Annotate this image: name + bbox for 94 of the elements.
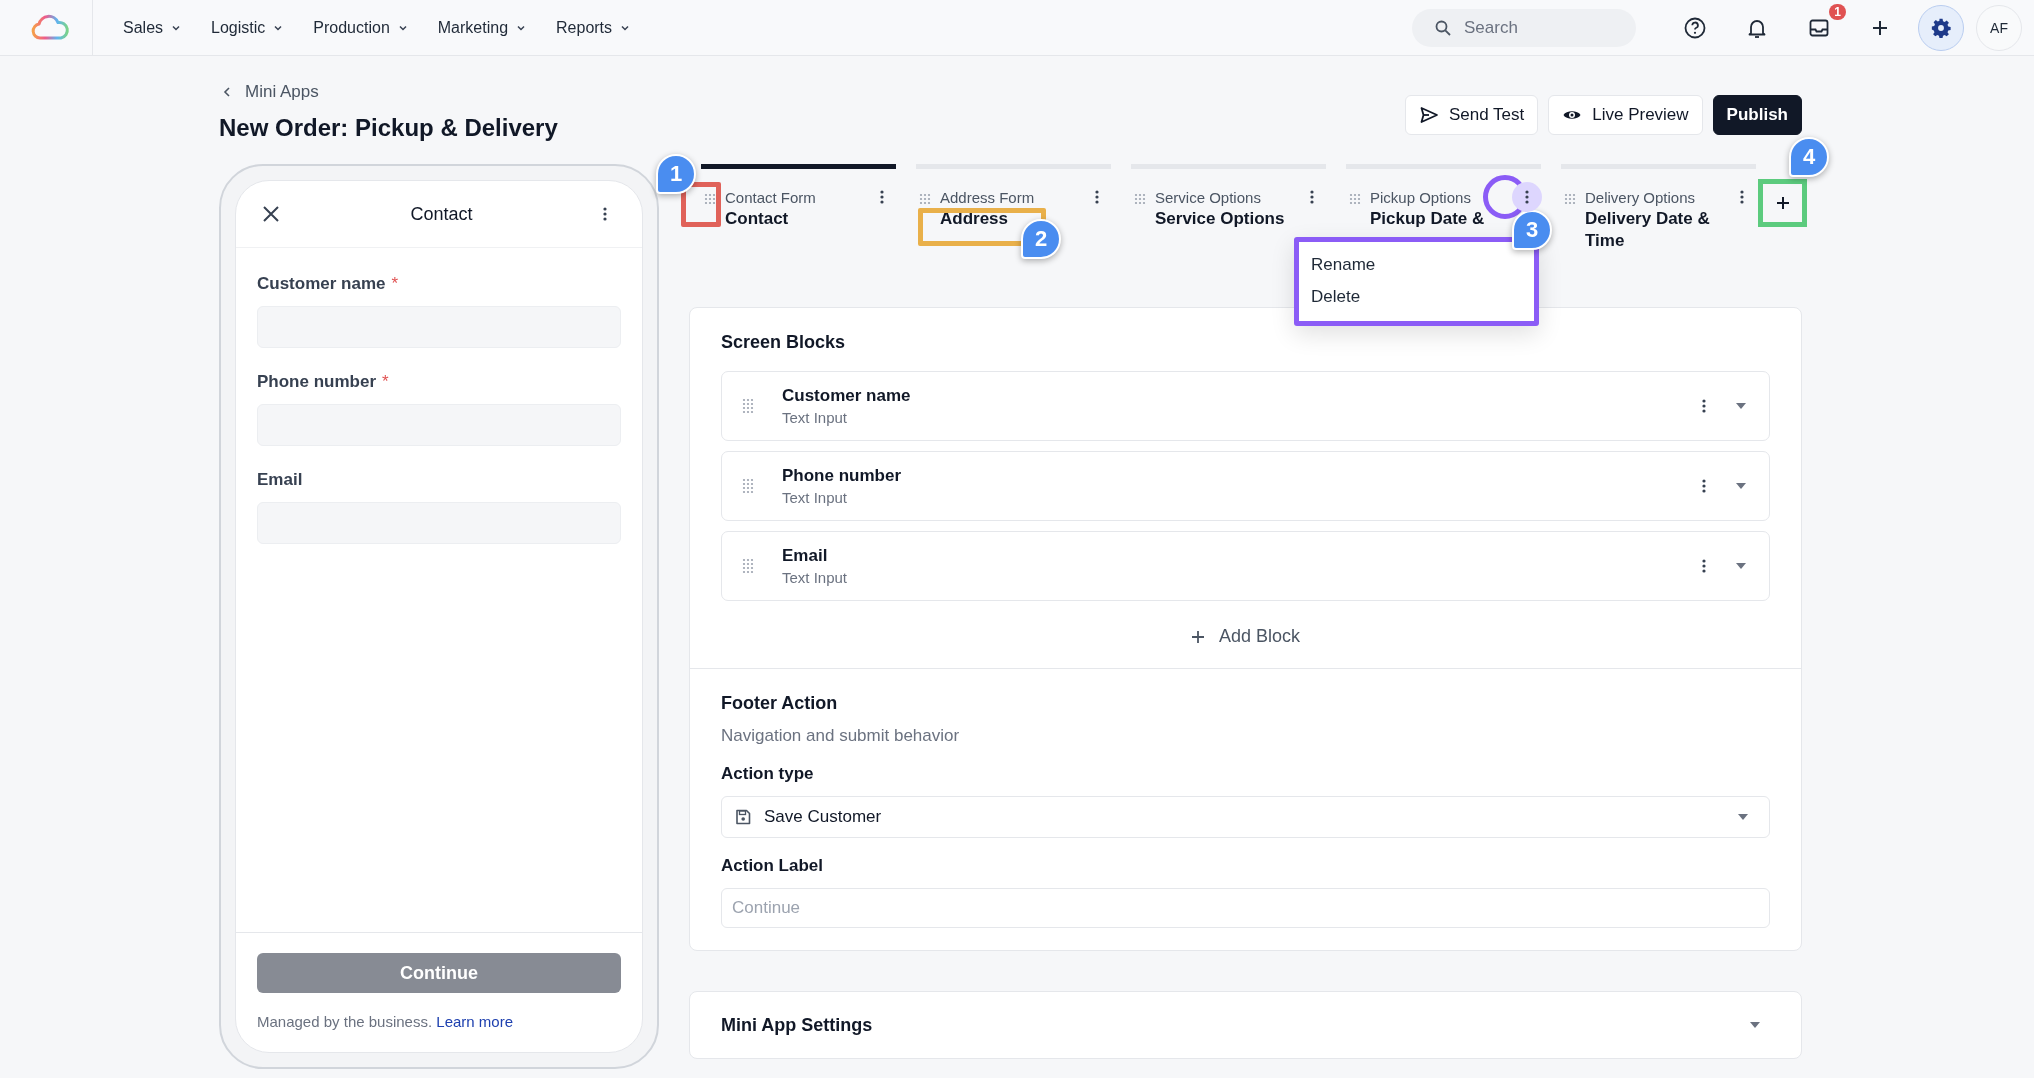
nav-menu-item[interactable]: Marketing — [437, 18, 527, 37]
step-title: Delivery Date & Time — [1585, 208, 1711, 253]
more-icon[interactable] — [1701, 558, 1707, 574]
callout-marker: 2 — [1021, 219, 1061, 259]
page-title: New Order: Pickup & Delivery — [219, 114, 558, 142]
drag-handle-icon[interactable] — [742, 398, 754, 414]
drag-handle-icon[interactable] — [1134, 193, 1146, 205]
drag-handle-icon[interactable] — [742, 478, 754, 494]
step-label: Address Form — [940, 189, 1036, 206]
block-row[interactable]: Email Text Input — [721, 531, 1770, 601]
section-title: Footer Action — [721, 693, 839, 714]
settings-icon — [1930, 16, 1952, 39]
action-type-select[interactable]: Save Customer — [721, 796, 1770, 838]
drag-handle-icon[interactable] — [919, 193, 931, 205]
block-type: Text Input — [782, 409, 849, 426]
action-label-field[interactable]: Continue — [721, 888, 1770, 928]
callout-marker: 3 — [1512, 210, 1552, 250]
learn-more-link[interactable]: Learn more — [436, 1013, 513, 1030]
help-icon[interactable] — [1683, 15, 1707, 40]
callout-marker: 4 — [1789, 137, 1829, 177]
publish-button[interactable]: Publish — [1712, 95, 1802, 135]
block-type: Text Input — [782, 569, 849, 586]
field-label: Action type — [721, 764, 815, 784]
section-title: Screen Blocks — [721, 332, 847, 353]
step-label: Delivery Options — [1585, 189, 1697, 206]
block-name: Customer name — [782, 386, 912, 406]
menu-item[interactable]: Rename — [1299, 250, 1534, 282]
step-title: Pickup Date & — [1370, 208, 1486, 230]
block-name: Phone number — [782, 466, 902, 486]
back-link[interactable]: Mini Apps — [221, 82, 319, 102]
plus-icon — [1190, 629, 1205, 644]
block-type: Text Input — [782, 489, 849, 506]
drag-handle-icon[interactable] — [1564, 193, 1576, 205]
screen-title: Contact — [410, 203, 473, 225]
block-name: Email — [782, 546, 829, 566]
more-icon — [1309, 189, 1315, 205]
field-label: Customer name — [257, 274, 386, 294]
caret-icon[interactable] — [1735, 562, 1747, 570]
required-mark: * — [391, 274, 399, 294]
drag-handle-icon[interactable] — [742, 558, 754, 574]
settings-panel[interactable]: Mini App Settings — [689, 991, 1802, 1059]
search-field[interactable]: Search — [1412, 8, 1636, 47]
more-icon[interactable] — [1701, 398, 1707, 414]
live-preview-button[interactable]: Live Preview — [1548, 95, 1703, 135]
required-mark: * — [382, 372, 389, 392]
more-icon[interactable] — [602, 206, 608, 222]
block-row[interactable]: Phone number Text Input — [721, 451, 1770, 521]
send-icon — [1418, 105, 1439, 125]
step-label: Service Options — [1155, 189, 1262, 206]
cloud-logo-icon[interactable] — [30, 13, 70, 42]
step-label: Pickup Options — [1370, 189, 1472, 206]
field-label: Email — [257, 470, 303, 490]
caret-icon[interactable] — [1749, 1021, 1761, 1029]
caret-icon[interactable] — [1735, 482, 1747, 490]
step-tab[interactable]: Delivery Options Delivery Date & Time — [1561, 164, 1756, 253]
menu-item[interactable]: Delete — [1299, 282, 1534, 314]
nav-menu-item[interactable]: Reports — [556, 18, 631, 37]
more-icon — [1524, 189, 1530, 205]
block-row[interactable]: Customer name Text Input — [721, 371, 1770, 441]
more-icon — [879, 189, 885, 205]
add-step-button[interactable] — [1758, 179, 1807, 227]
close-icon[interactable] — [261, 204, 281, 224]
section-title: Mini App Settings — [721, 1014, 873, 1036]
step-title: Service Options — [1155, 208, 1286, 230]
section-subtitle: Navigation and submit behavior — [721, 726, 961, 746]
field-label: Action Label — [721, 856, 824, 876]
step-label: Contact Form — [725, 189, 817, 206]
callout-marker: 1 — [656, 154, 696, 194]
more-icon — [1094, 189, 1100, 205]
caret-icon[interactable] — [1735, 402, 1747, 410]
more-icon[interactable] — [1701, 478, 1707, 494]
more-icon — [1739, 189, 1745, 205]
add-block-button[interactable]: Add Block — [1184, 625, 1306, 648]
step-title: Contact — [725, 208, 790, 230]
settings-button[interactable] — [1918, 4, 1964, 51]
drag-handle-icon[interactable] — [1349, 193, 1361, 205]
nav-menu-item[interactable]: Logistic — [211, 18, 284, 37]
footer-note: Managed by the business. — [257, 1013, 433, 1030]
caret-icon[interactable] — [1737, 813, 1749, 821]
nav-menu-item[interactable]: Sales — [123, 18, 182, 37]
step-title: Address — [940, 208, 1010, 230]
search-icon — [1434, 18, 1452, 37]
step-tab[interactable]: Service Options Service Options — [1131, 164, 1326, 231]
drag-handle-icon[interactable] — [704, 193, 716, 205]
send-test-button[interactable]: Send Test — [1404, 95, 1539, 135]
notification-badge: 1 — [1829, 3, 1846, 20]
chevron-left-icon — [221, 86, 233, 98]
save-icon — [734, 808, 752, 826]
user-avatar[interactable]: AF — [1976, 4, 2022, 51]
step-tab[interactable]: Contact Form Contact — [701, 164, 896, 231]
plus-icon — [1775, 196, 1790, 210]
more-button[interactable] — [1512, 182, 1542, 212]
field-label: Phone number — [257, 372, 376, 392]
nav-menu-item[interactable]: Production — [313, 18, 408, 37]
